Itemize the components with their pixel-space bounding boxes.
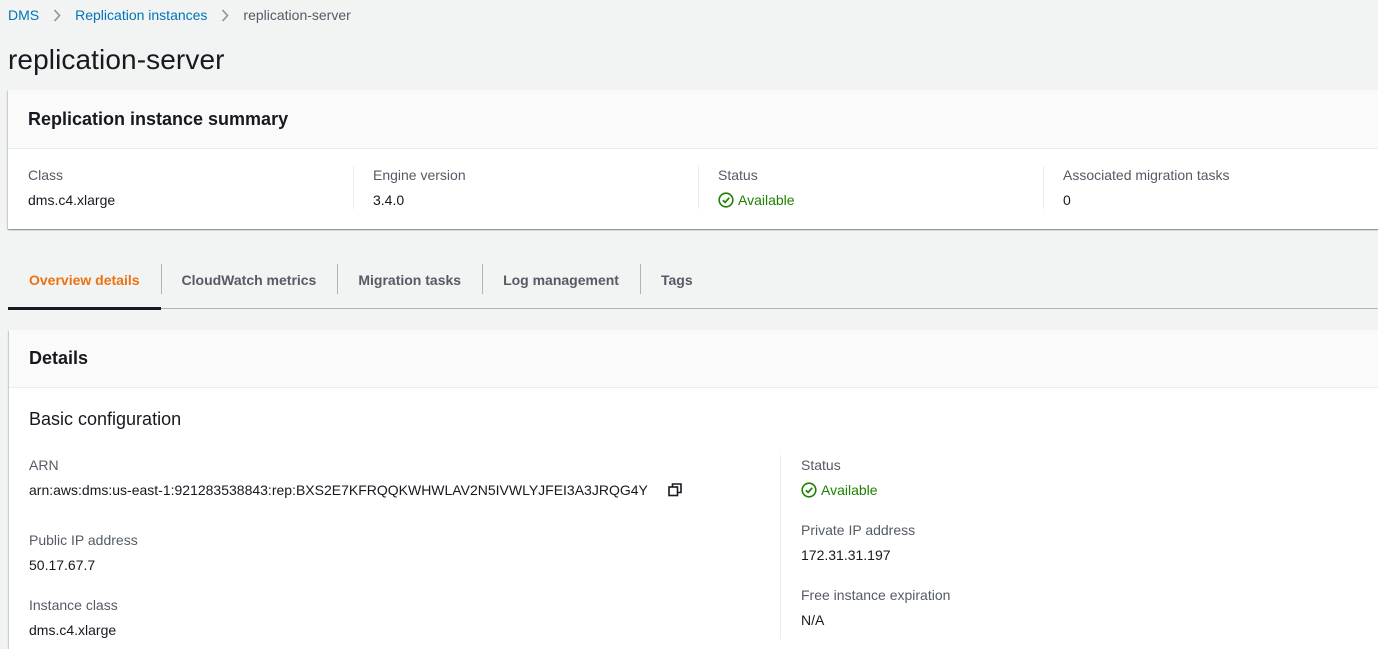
details-header: Details — [9, 330, 1378, 388]
tab-cloudwatch-metrics[interactable]: CloudWatch metrics — [160, 252, 338, 308]
tab-log-management[interactable]: Log management — [482, 252, 640, 308]
summary-tasks-label: Associated migration tasks — [1063, 167, 1230, 183]
chevron-right-icon — [207, 8, 243, 22]
breadcrumb-dms-link[interactable]: DMS — [8, 7, 39, 23]
arn-field: ARN arn:aws:dms:us-east-1:921283538843:r… — [29, 456, 682, 499]
summary-columns: Class dms.c4.xlarge Engine version 3.4.0… — [8, 149, 1378, 209]
public-ip-value: 50.17.67.7 — [29, 557, 96, 573]
summary-class-value: dms.c4.xlarge — [28, 192, 116, 208]
page-title: replication-server — [8, 44, 225, 75]
instance-class-label: Instance class — [29, 597, 118, 613]
free-expiration-label: Free instance expiration — [801, 587, 951, 603]
status-badge: Available — [801, 481, 878, 499]
summary-status-value: Available — [738, 192, 795, 208]
private-ip-value: 172.31.31.197 — [801, 547, 891, 563]
summary-engine-value: 3.4.0 — [373, 192, 405, 208]
breadcrumb-current: replication-server — [243, 7, 351, 23]
basic-configuration-title: Basic configuration — [29, 409, 182, 429]
column-divider — [780, 455, 781, 639]
summary-engine-label: Engine version — [373, 167, 466, 183]
summary-engine-version: Engine version 3.4.0 — [353, 166, 698, 209]
details-card: Details Basic configuration ARN arn:aws:… — [9, 330, 1378, 649]
summary-tasks-value: 0 — [1063, 192, 1071, 208]
arn-value: arn:aws:dms:us-east-1:921283538843:rep:B… — [29, 482, 648, 498]
summary-class-label: Class — [28, 167, 64, 183]
details-status-value: Available — [821, 482, 878, 498]
summary-status-label: Status — [718, 167, 758, 183]
tab-overview-details[interactable]: Overview details — [8, 252, 161, 310]
private-ip-field: Private IP address 172.31.31.197 — [801, 521, 915, 564]
summary-class: Class dms.c4.xlarge — [8, 166, 353, 209]
summary-status: Status Available — [698, 166, 1043, 209]
private-ip-label: Private IP address — [801, 522, 916, 538]
details-status-field: Status Available — [801, 456, 878, 499]
tab-bar: Overview details CloudWatch metrics Migr… — [8, 252, 1378, 310]
tab-migration-tasks[interactable]: Migration tasks — [337, 252, 482, 308]
instance-class-value: dms.c4.xlarge — [29, 622, 117, 638]
public-ip-field: Public IP address 50.17.67.7 — [29, 531, 138, 574]
status-badge: Available — [718, 191, 1043, 209]
arn-row: arn:aws:dms:us-east-1:921283538843:rep:B… — [29, 481, 682, 499]
check-circle-icon — [718, 192, 734, 208]
free-expiration-field: Free instance expiration N/A — [801, 586, 950, 629]
arn-label: ARN — [29, 457, 59, 473]
chevron-right-icon — [39, 8, 75, 22]
public-ip-label: Public IP address — [29, 532, 138, 548]
copy-icon[interactable] — [668, 483, 682, 497]
summary-header: Replication instance summary — [8, 90, 1378, 149]
breadcrumb: DMS Replication instances replication-se… — [8, 6, 351, 24]
replication-instance-summary-card: Replication instance summary Class dms.c… — [8, 90, 1378, 229]
free-expiration-value: N/A — [801, 612, 825, 628]
tab-tags[interactable]: Tags — [639, 252, 714, 308]
instance-class-field: Instance class dms.c4.xlarge — [29, 596, 118, 639]
details-status-label: Status — [801, 457, 841, 473]
check-circle-icon — [801, 482, 817, 498]
breadcrumb-replication-instances-link[interactable]: Replication instances — [75, 7, 207, 23]
summary-migration-tasks: Associated migration tasks 0 — [1043, 166, 1378, 209]
